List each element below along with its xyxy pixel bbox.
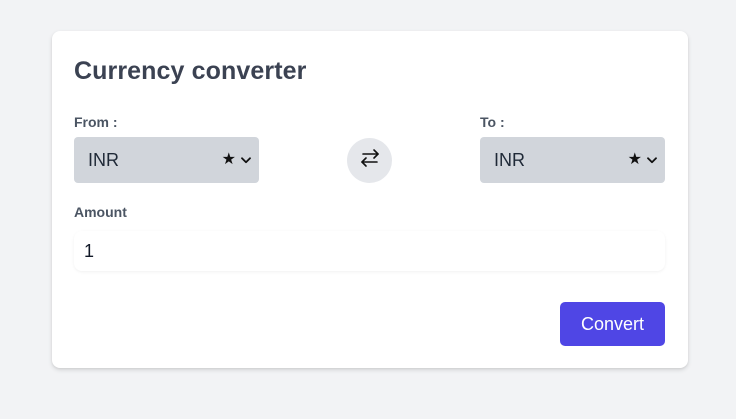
convert-button[interactable]: Convert	[560, 302, 665, 346]
star-icon: ★	[221, 151, 236, 168]
to-label: To :	[480, 114, 505, 130]
chevron-down-icon	[240, 154, 252, 166]
from-label: From :	[74, 114, 118, 130]
chevron-down-icon	[646, 154, 658, 166]
star-icon: ★	[627, 151, 642, 168]
from-currency-select[interactable]: INR ★	[74, 137, 259, 183]
to-currency-select[interactable]: INR ★	[480, 137, 665, 183]
to-currency-value: INR	[494, 149, 525, 170]
swap-arrows-icon	[359, 148, 381, 173]
page-title: Currency converter	[74, 57, 307, 85]
converter-card: Currency converter From : INR ★ To : INR…	[52, 31, 688, 368]
amount-label: Amount	[74, 204, 127, 220]
swap-currencies-button[interactable]	[347, 138, 392, 183]
from-currency-value: INR	[88, 149, 119, 170]
amount-input[interactable]	[74, 231, 665, 271]
